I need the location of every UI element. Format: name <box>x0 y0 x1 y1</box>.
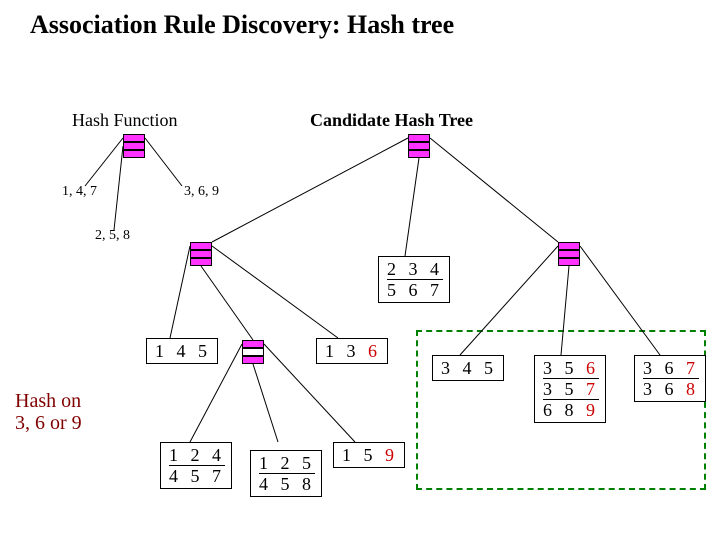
tree-node-l2-right <box>558 242 580 266</box>
leaf-145: 1 4 5 <box>146 338 218 364</box>
leaf-234-567: 2 3 4 5 6 7 <box>378 256 450 303</box>
candidate-tree-label: Candidate Hash Tree <box>310 110 473 131</box>
leaf-125-458: 1 2 5 4 5 8 <box>250 450 322 497</box>
leaf-356-357-689: 3 5 6 3 5 7 6 8 9 <box>534 355 606 423</box>
leaf-124-457: 1 2 4 4 5 7 <box>160 442 232 489</box>
branch-label-mid: 2, 5, 8 <box>95 228 130 244</box>
leaf-136: 1 3 6 <box>316 338 388 364</box>
hash-on-label-1: Hash on <box>15 390 81 413</box>
leaf-345: 3 4 5 <box>432 355 504 381</box>
tree-node-l2-left <box>190 242 212 266</box>
branch-label-right: 3, 6, 9 <box>184 184 219 200</box>
tree-node-root <box>408 134 430 158</box>
leaf-159: 1 5 9 <box>333 442 405 468</box>
hash-function-label: Hash Function <box>72 110 178 131</box>
hash-function-node <box>123 134 145 158</box>
branch-label-left: 1, 4, 7 <box>62 184 97 200</box>
page-title: Association Rule Discovery: Hash tree <box>0 10 720 40</box>
leaf-367-368: 3 6 7 3 6 8 <box>634 355 706 402</box>
tree-node-l3-mid <box>242 340 264 364</box>
hash-on-label-2: 3, 6 or 9 <box>15 412 82 435</box>
diagram-stage: Association Rule Discovery: Hash tree Ha… <box>0 0 720 540</box>
